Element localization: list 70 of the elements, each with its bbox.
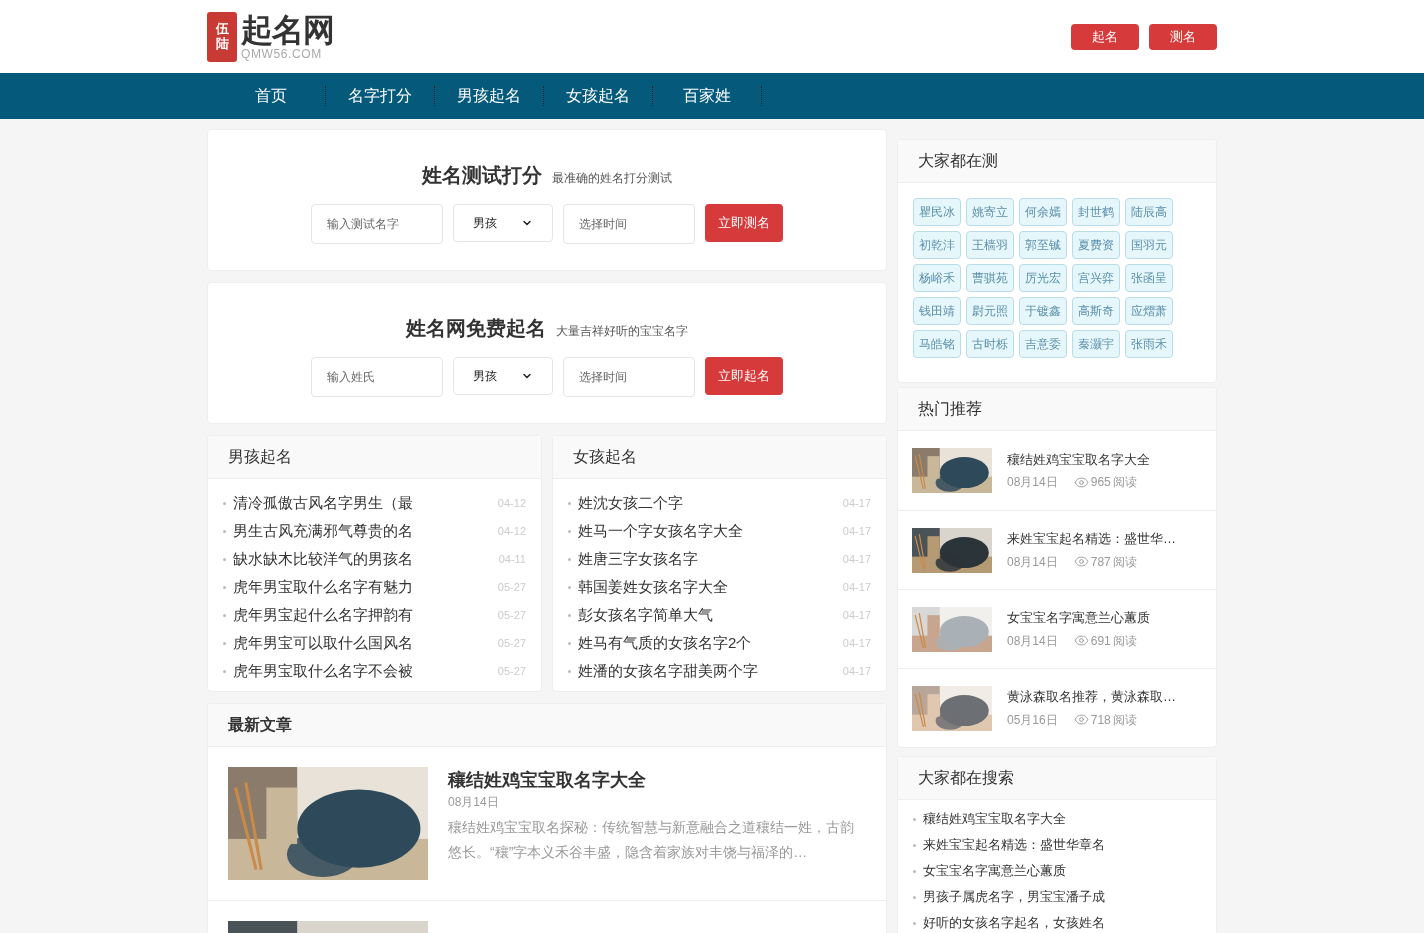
article-title[interactable]: 穰结姓鸡宝宝取名字大全 — [448, 767, 863, 793]
list-link[interactable]: 虎年男宝取什么名字有魅力 — [233, 575, 498, 599]
nav-link[interactable]: 女孩起名 — [544, 86, 653, 106]
list-link[interactable]: 韩国姜姓女孩名字大全 — [578, 575, 843, 599]
section-title: 最新文章 — [228, 715, 292, 735]
section-title: 大家都在搜索 — [918, 768, 1014, 788]
eye-icon — [1073, 554, 1089, 570]
view-count: 965 — [1090, 474, 1111, 492]
name-input[interactable]: 输入测试名字 — [311, 204, 443, 244]
hot-date: 08月14日 — [1007, 553, 1058, 571]
list-link[interactable]: 姓唐三字女孩名字 — [578, 547, 843, 571]
list-link[interactable]: 虎年男宝可以取什么国风名 — [233, 631, 498, 655]
hot-title[interactable]: 黄泳森取名推荐，黄泳森取… — [1007, 687, 1176, 707]
section-title: 女孩起名 — [573, 447, 637, 467]
hot-date: 08月14日 — [1007, 474, 1058, 492]
view-count: 718 — [1090, 711, 1111, 729]
nav-link[interactable]: 首页 — [217, 86, 326, 106]
eye-icon — [1073, 633, 1089, 649]
name-input[interactable]: 输入姓氏 — [311, 357, 443, 397]
article-date: 08月14日 — [448, 794, 500, 811]
form-subtitle: 最准确的姓名打分测试 — [552, 170, 672, 187]
list-link[interactable]: 清冷孤傲古风名字男生（最 — [233, 491, 498, 515]
time-input[interactable]: 选择时间 — [563, 357, 695, 397]
search-link[interactable]: 来姓宝宝起名精选：盛世华章名 — [923, 835, 1105, 855]
search-link[interactable]: 男孩子属虎名字，男宝宝潘子成 — [923, 887, 1105, 907]
list-link[interactable]: 姓潘的女孩名字甜美两个字 — [578, 659, 843, 683]
form-title: 姓名测试打分 — [422, 163, 542, 188]
list-link[interactable]: 虎年男宝起什么名字押韵有 — [233, 603, 498, 627]
logo-domain: QMW56.COM — [241, 47, 323, 60]
search-link[interactable]: 女宝宝名字寓意兰心蕙质 — [923, 861, 1066, 881]
form-title: 姓名网免费起名 — [406, 316, 546, 341]
article-summary: 穰结姓鸡宝宝取名探秘：传统智慧与新意融合之道穰结一姓，古韵悠长。“穰”字本义禾谷丰盛，隐含着家族对丰饶与福泽的… — [448, 818, 855, 862]
view-label: 阅读 — [1112, 632, 1137, 650]
view-count: 787 — [1090, 553, 1111, 571]
section-title: 大家都在测 — [918, 151, 998, 171]
gender-select[interactable]: 男孩 — [453, 204, 553, 242]
view-label: 阅读 — [1112, 474, 1137, 492]
eye-icon — [1073, 474, 1089, 490]
list-link[interactable]: 彭女孩名字简单大气 — [578, 603, 843, 627]
time-input[interactable]: 选择时间 — [563, 204, 695, 244]
view-label: 阅读 — [1112, 553, 1137, 571]
eye-icon — [1073, 712, 1089, 728]
list-link[interactable]: 虎年男宝取什么名字不会被 — [233, 659, 498, 683]
form-subtitle: 大量吉祥好听的宝宝名字 — [556, 323, 688, 340]
nav-link[interactable]: 百家姓 — [653, 86, 762, 106]
search-link[interactable]: 好听的女孩名字起名，女孩姓名 — [923, 913, 1105, 933]
search-link[interactable]: 穰结姓鸡宝宝取名字大全 — [923, 809, 1066, 829]
nav-link[interactable]: 男孩起名 — [435, 86, 544, 106]
logo-seal: 伍陆 — [207, 11, 237, 62]
header-button[interactable]: 测名 — [1149, 23, 1217, 50]
view-count: 691 — [1090, 632, 1111, 650]
submit-button[interactable]: 立即起名 — [705, 357, 783, 395]
header-button[interactable]: 起名 — [1071, 23, 1139, 50]
gender-select[interactable]: 男孩 — [453, 357, 553, 395]
submit-button[interactable]: 立即测名 — [705, 204, 783, 242]
list-link[interactable]: 缺水缺木比较洋气的男孩名 — [233, 547, 499, 571]
section-title: 男孩起名 — [228, 447, 292, 467]
list-link[interactable]: 姓马有气质的女孩名字2个 — [578, 631, 843, 655]
logo-name: 起名网 — [241, 13, 335, 46]
hot-title[interactable]: 女宝宝名字寓意兰心蕙质 — [1007, 608, 1150, 628]
hot-date: 08月14日 — [1007, 632, 1058, 650]
list-link[interactable]: 姓沈女孩二个字 — [578, 491, 843, 515]
view-label: 阅读 — [1112, 711, 1137, 729]
hot-date: 05月16日 — [1007, 711, 1058, 729]
hot-title[interactable]: 来姓宝宝起名精选：盛世华… — [1007, 529, 1176, 549]
hot-title[interactable]: 穰结姓鸡宝宝取名字大全 — [1007, 449, 1150, 470]
nav-link[interactable]: 名字打分 — [326, 86, 435, 106]
list-link[interactable]: 姓马一个字女孩名字大全 — [578, 519, 843, 543]
list-link[interactable]: 男生古风充满邪气尊贵的名 — [233, 519, 498, 543]
section-title: 热门推荐 — [918, 399, 982, 419]
